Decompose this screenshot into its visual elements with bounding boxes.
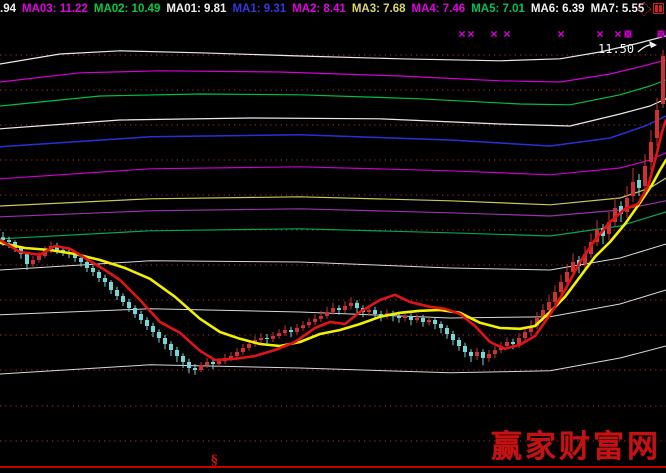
grid-layer [0,55,666,441]
signal-markers-layer [459,31,664,38]
candlestick-chart[interactable]: 11.50 [0,0,666,473]
ma-readout-4: MA1: 9.31 [232,3,286,15]
last-price-label: 11.50 [598,42,634,56]
band-green-1-line [0,80,666,106]
site-watermark: 赢家财富网 [491,421,661,466]
ma-slow-yellow-line [0,160,666,346]
ma-fast-red-line [0,120,666,360]
ma-readout-1: MA03: 11.22 [22,3,88,15]
ma-readout-8: MA5: 7.01 [471,3,525,15]
band-magenta-1-line [0,60,666,82]
band-yellow-line [0,178,666,206]
ma-readout-5: MA2: 8.41 [292,3,346,15]
ma-readout-9: MA6: 6.39 [531,3,585,15]
band-white-1-line [0,36,666,64]
band-blue-line [0,116,666,147]
band-magenta-2-line [0,153,666,179]
band-green-2-line [0,212,666,239]
stock-chart-window: 11.50 .94 MA03: 11.22 MA02: 10.49 MA01: 9.8… [0,0,666,473]
ma-readout-0: .94 [0,3,16,15]
bottom-marker: § [211,454,218,467]
ma-readout-6: MA3: 7.68 [352,3,406,15]
band-white-2-line [0,99,666,129]
indicator-readout-bar: .94 MA03: 11.22 MA02: 10.49 MA01: 9.81 MA1: … [0,0,666,17]
chart-bottom-border [0,466,666,468]
ma-readout-7: MA4: 7.46 [412,3,466,15]
ma-readout-3: MA01: 9.81 [166,3,226,15]
ma-readout-2: MA02: 10.49 [94,3,160,15]
ma-lines-layer [0,120,666,360]
split-window-icon[interactable] [653,3,664,14]
